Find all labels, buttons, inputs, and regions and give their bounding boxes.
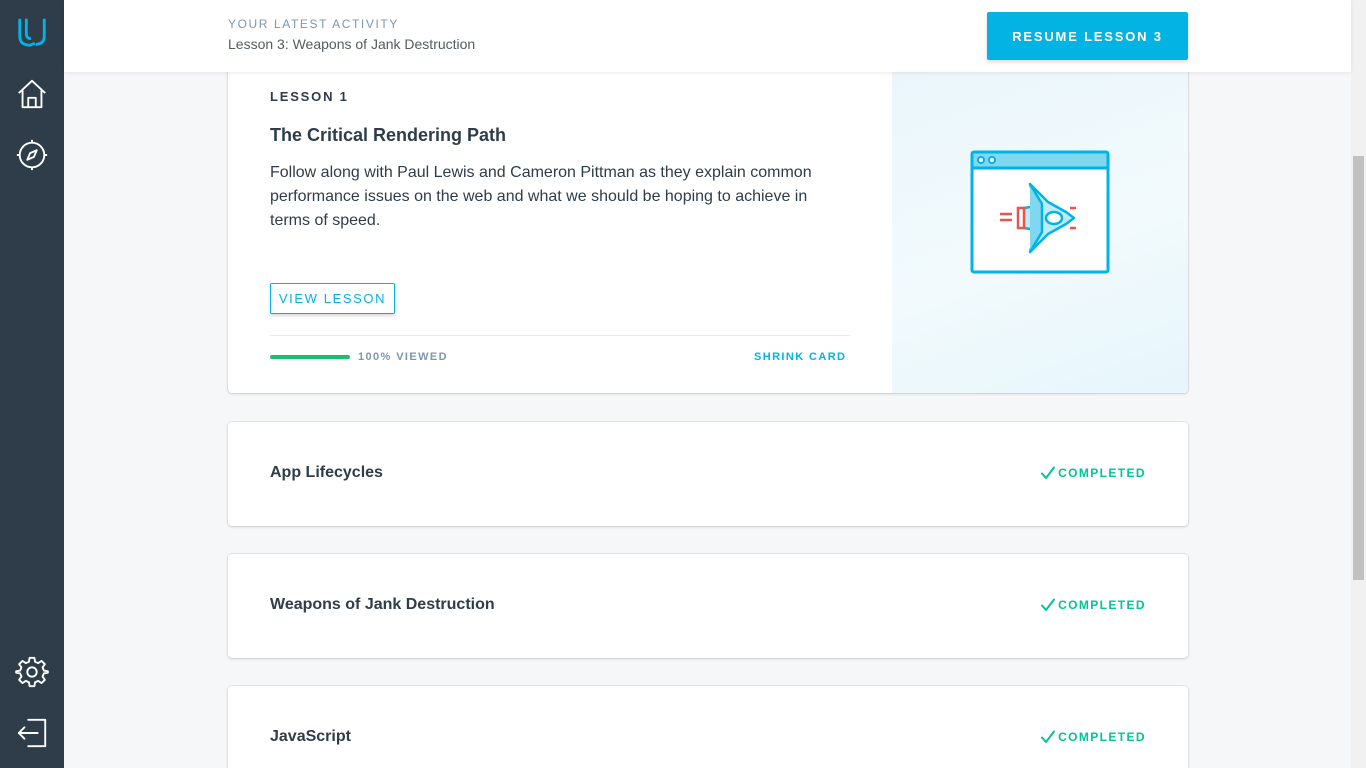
progress-text: 100% VIEWED: [358, 351, 448, 363]
browser-rocket-icon: [970, 150, 1110, 274]
checkmark-icon: [1041, 730, 1056, 743]
lesson-title: The Critical Rendering Path: [270, 125, 507, 145]
latest-activity-label: YOUR LATEST ACTIVITY: [228, 17, 399, 31]
lesson-number: LESSON 1: [270, 89, 349, 104]
lesson-card[interactable]: App Lifecycles COMPLETED: [228, 422, 1188, 526]
page-scrollbar[interactable]: [1351, 0, 1366, 768]
lesson-card-content: LESSON 1 The Critical Rendering Path Fol…: [228, 58, 892, 393]
lesson-card[interactable]: Weapons of Jank Destruction COMPLETED: [228, 554, 1188, 658]
udacity-logo-icon[interactable]: [14, 14, 50, 50]
checkmark-icon: [1041, 598, 1056, 611]
lesson-card-title: App Lifecycles: [270, 464, 383, 481]
completed-label: COMPLETED: [1058, 466, 1146, 480]
completed-label: COMPLETED: [1058, 598, 1146, 612]
logout-icon[interactable]: [14, 715, 50, 751]
home-icon[interactable]: [14, 76, 50, 112]
progress-bar: [270, 355, 350, 359]
checkmark-icon: [1041, 466, 1056, 479]
lesson-card-expanded: LESSON 1 The Critical Rendering Path Fol…: [228, 58, 1188, 393]
sidebar: [0, 0, 64, 768]
card-divider: [270, 335, 850, 336]
lesson-description: Follow along with Paul Lewis and Cameron…: [270, 164, 812, 229]
completed-label: COMPLETED: [1058, 730, 1146, 744]
compass-icon[interactable]: [14, 137, 50, 173]
scrollbar-thumb[interactable]: [1353, 156, 1364, 580]
progress-fill: [270, 355, 350, 359]
completed-status: COMPLETED: [1041, 466, 1146, 480]
lesson-art-panel: [892, 58, 1188, 393]
completed-status: COMPLETED: [1041, 598, 1146, 612]
resume-lesson-button[interactable]: RESUME LESSON 3: [987, 12, 1188, 60]
gear-icon[interactable]: [14, 654, 50, 690]
lesson-card[interactable]: JavaScript COMPLETED: [228, 686, 1188, 768]
shrink-card-link[interactable]: SHRINK CARD: [754, 351, 846, 363]
latest-activity-lesson[interactable]: Lesson 3: Weapons of Jank Destruction: [228, 36, 475, 52]
completed-status: COMPLETED: [1041, 730, 1146, 744]
lesson-card-title: Weapons of Jank Destruction: [270, 596, 495, 613]
top-header: YOUR LATEST ACTIVITY Lesson 3: Weapons o…: [64, 0, 1351, 72]
view-lesson-button[interactable]: VIEW LESSON: [270, 283, 395, 314]
lesson-card-title: JavaScript: [270, 728, 351, 745]
